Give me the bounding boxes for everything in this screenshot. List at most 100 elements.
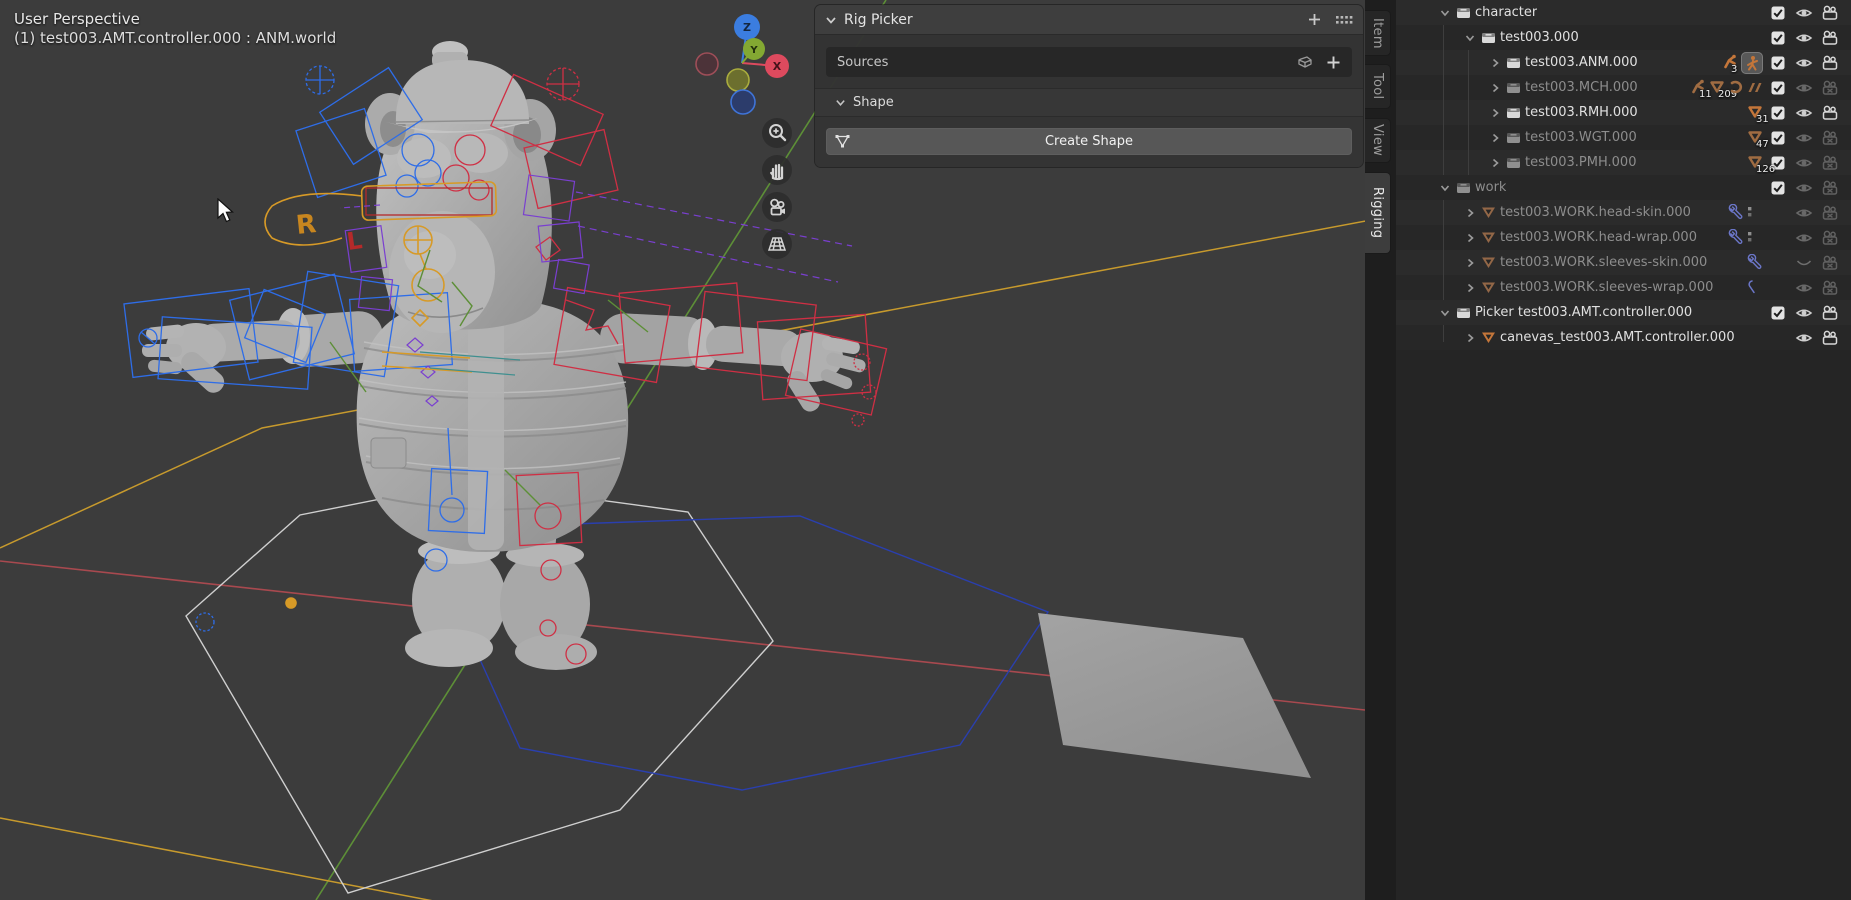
outliner-row[interactable]: work bbox=[1396, 175, 1851, 200]
hide-viewport-toggle[interactable] bbox=[1791, 281, 1817, 295]
navigation-gizmo[interactable]: Z Y X bbox=[695, 5, 799, 121]
hide-viewport-toggle[interactable] bbox=[1791, 256, 1817, 270]
disable-render-toggle[interactable] bbox=[1817, 305, 1843, 321]
row-expand-toggle[interactable] bbox=[1487, 155, 1503, 171]
hide-viewport-toggle[interactable] bbox=[1791, 331, 1817, 345]
disable-render-toggle[interactable] bbox=[1817, 105, 1843, 121]
row-expand-toggle[interactable] bbox=[1462, 230, 1478, 246]
hide-viewport-toggle[interactable] bbox=[1791, 206, 1817, 220]
viewport-view-label: User Perspective bbox=[14, 10, 140, 28]
disable-render-toggle[interactable] bbox=[1817, 55, 1843, 71]
hide-viewport-toggle[interactable] bbox=[1791, 31, 1817, 45]
eye-open-icon bbox=[1795, 306, 1813, 320]
tab-tool[interactable]: Tool bbox=[1365, 64, 1391, 109]
exclude-checkbox-slot[interactable] bbox=[1765, 56, 1791, 70]
hide-viewport-toggle[interactable] bbox=[1791, 6, 1817, 20]
hide-viewport-toggle[interactable] bbox=[1791, 106, 1817, 120]
row-expand-toggle[interactable] bbox=[1437, 180, 1453, 196]
disable-render-toggle[interactable] bbox=[1817, 30, 1843, 46]
row-expand-toggle[interactable] bbox=[1462, 255, 1478, 271]
chevron-right-icon bbox=[1464, 232, 1476, 244]
chevron-right-icon bbox=[1489, 82, 1501, 94]
pan-button[interactable] bbox=[762, 155, 792, 185]
outliner-row[interactable]: test003.WORK.sleeves-wrap.000 bbox=[1396, 275, 1851, 300]
outliner[interactable]: character test003.000 test003.ANM.000 3 … bbox=[1396, 0, 1851, 900]
shape-subpanel-header[interactable]: Shape bbox=[815, 88, 1363, 117]
outliner-row[interactable]: test003.WORK.head-wrap.000 bbox=[1396, 225, 1851, 250]
outliner-row[interactable]: character bbox=[1396, 0, 1851, 25]
exclude-checkbox-slot[interactable] bbox=[1765, 306, 1791, 320]
outliner-row[interactable]: test003.000 bbox=[1396, 25, 1851, 50]
row-expand-toggle[interactable] bbox=[1487, 105, 1503, 121]
outliner-row[interactable]: test003.WGT.00047 bbox=[1396, 125, 1851, 150]
row-expand-toggle[interactable] bbox=[1437, 305, 1453, 321]
outliner-row[interactable]: test003.WORK.head-skin.000 bbox=[1396, 200, 1851, 225]
running-figure-icon bbox=[1744, 55, 1760, 71]
exclude-checkbox-slot[interactable] bbox=[1765, 81, 1791, 95]
zoom-button[interactable] bbox=[762, 118, 792, 148]
disable-render-toggle[interactable] bbox=[1817, 205, 1843, 221]
grid-toggle-button[interactable] bbox=[762, 229, 792, 259]
tab-view[interactable]: View bbox=[1365, 118, 1391, 163]
rig-picker-panel-header[interactable]: Rig Picker bbox=[815, 5, 1363, 35]
outliner-row[interactable]: test003.WORK.sleeves-skin.000 bbox=[1396, 250, 1851, 275]
mouse-cursor bbox=[215, 198, 237, 224]
disable-render-toggle[interactable] bbox=[1817, 130, 1843, 146]
row-label: test003.RMH.000 bbox=[1525, 105, 1638, 120]
eye-open-icon bbox=[1795, 106, 1813, 120]
disable-render-toggle[interactable] bbox=[1817, 255, 1843, 271]
row-expand-toggle[interactable] bbox=[1462, 280, 1478, 296]
collection-icon bbox=[1456, 181, 1471, 194]
row-expand-toggle[interactable] bbox=[1487, 80, 1503, 96]
outliner-row[interactable]: canevas_test003.AMT.controller.000 bbox=[1396, 325, 1851, 350]
outliner-row[interactable]: test003.MCH.000 11209 bbox=[1396, 75, 1851, 100]
hide-viewport-toggle[interactable] bbox=[1791, 306, 1817, 320]
row-expand-toggle[interactable] bbox=[1487, 130, 1503, 146]
eye-closed-icon bbox=[1795, 256, 1813, 270]
outliner-row[interactable]: Picker test003.AMT.controller.000 bbox=[1396, 300, 1851, 325]
hide-viewport-toggle[interactable] bbox=[1791, 81, 1817, 95]
disable-render-toggle[interactable] bbox=[1817, 180, 1843, 196]
sources-add-button[interactable] bbox=[1326, 55, 1341, 70]
outliner-row[interactable]: test003.ANM.000 3 bbox=[1396, 50, 1851, 75]
sources-list[interactable]: Sources bbox=[826, 47, 1352, 77]
exclude-checkbox-slot[interactable] bbox=[1765, 6, 1791, 20]
disable-render-toggle[interactable] bbox=[1817, 80, 1843, 96]
hide-viewport-toggle[interactable] bbox=[1791, 156, 1817, 170]
camera-icon bbox=[766, 196, 789, 219]
exclude-checkbox-slot[interactable] bbox=[1765, 181, 1791, 195]
sources-fake-user-button[interactable] bbox=[1297, 55, 1313, 69]
disable-render-toggle[interactable] bbox=[1817, 280, 1843, 296]
panel-add-button[interactable] bbox=[1307, 12, 1322, 27]
disable-render-toggle[interactable] bbox=[1817, 230, 1843, 246]
create-shape-button[interactable]: Create Shape bbox=[826, 128, 1352, 155]
row-expand-toggle[interactable] bbox=[1437, 5, 1453, 21]
pose-mode-button[interactable] bbox=[1741, 52, 1763, 74]
tab-rigging[interactable]: Rigging bbox=[1365, 172, 1391, 254]
rig-label-r: R bbox=[295, 209, 318, 241]
hide-viewport-toggle[interactable] bbox=[1791, 56, 1817, 70]
hide-viewport-toggle[interactable] bbox=[1791, 131, 1817, 145]
camera-view-button[interactable] bbox=[762, 192, 792, 222]
panel-extras-button[interactable] bbox=[1336, 15, 1353, 25]
panel-collapse-chevron-icon[interactable] bbox=[825, 14, 837, 26]
outliner-row[interactable]: test003.RMH.00031 bbox=[1396, 100, 1851, 125]
subpanel-collapse-chevron-icon[interactable] bbox=[835, 97, 846, 108]
row-expand-toggle[interactable] bbox=[1462, 330, 1478, 346]
row-expand-toggle[interactable] bbox=[1462, 205, 1478, 221]
disable-render-toggle[interactable] bbox=[1817, 330, 1843, 346]
3d-viewport[interactable]: R L User Perspective (1) test003.AMT.con… bbox=[0, 0, 1365, 900]
outliner-row[interactable]: test003.PMH.000126 bbox=[1396, 150, 1851, 175]
fake-user-box-icon bbox=[1297, 55, 1313, 69]
hide-viewport-toggle[interactable] bbox=[1791, 231, 1817, 245]
row-label: test003.WORK.head-skin.000 bbox=[1500, 205, 1691, 220]
chevron-down-icon bbox=[1439, 307, 1451, 319]
exclude-checkbox-slot[interactable] bbox=[1765, 31, 1791, 45]
disable-render-toggle[interactable] bbox=[1817, 5, 1843, 21]
row-expand-toggle[interactable] bbox=[1462, 30, 1478, 46]
row-expand-toggle[interactable] bbox=[1487, 55, 1503, 71]
hide-viewport-toggle[interactable] bbox=[1791, 181, 1817, 195]
viewport-context-label: (1) test003.AMT.controller.000 : ANM.wor… bbox=[14, 29, 336, 47]
tab-item[interactable]: Item bbox=[1365, 10, 1391, 56]
disable-render-toggle[interactable] bbox=[1817, 155, 1843, 171]
